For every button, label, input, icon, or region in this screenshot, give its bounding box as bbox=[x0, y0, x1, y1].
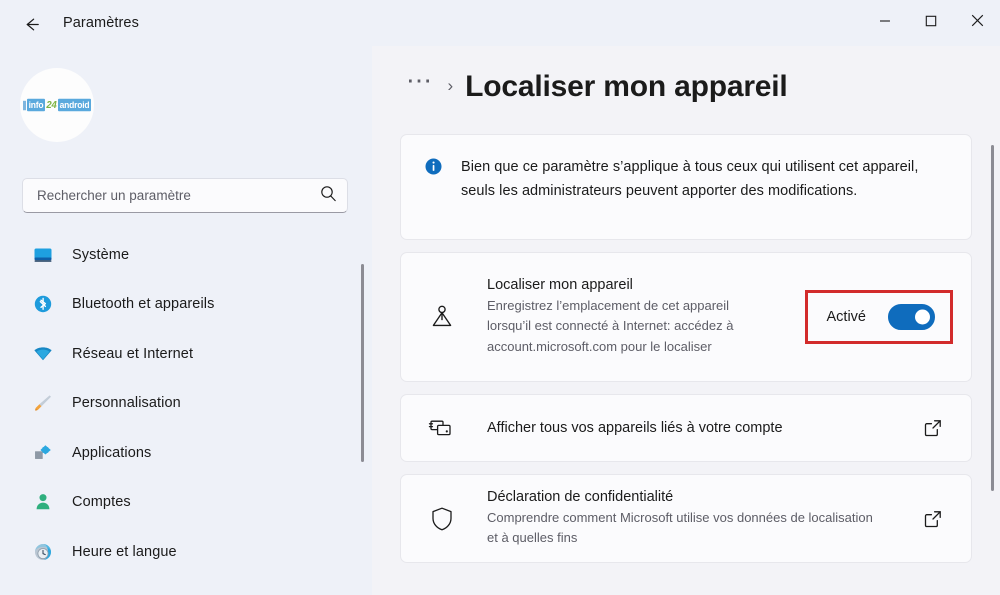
page-title: Localiser mon appareil bbox=[465, 70, 788, 103]
external-link-icon[interactable] bbox=[913, 509, 953, 529]
watermark-suffix: android bbox=[57, 98, 92, 112]
app-title: Paramètres bbox=[63, 15, 139, 31]
find-my-device-card: Localiser mon appareil Enregistrez l’emp… bbox=[400, 252, 972, 382]
find-my-device-title: Localiser mon appareil bbox=[487, 276, 633, 293]
info-circle-icon bbox=[423, 157, 443, 176]
search-icon[interactable] bbox=[320, 185, 337, 207]
privacy-statement-description: Comprendre comment Microsoft utilise vos… bbox=[487, 510, 873, 546]
person-icon bbox=[30, 490, 56, 514]
watermark-number: 24 bbox=[46, 99, 57, 111]
bluetooth-icon bbox=[30, 292, 56, 316]
sidebar-item-applications[interactable]: Applications bbox=[0, 428, 372, 478]
info-banner: Bien que ce paramètre s’applique à tous … bbox=[400, 134, 972, 240]
linked-devices-card[interactable]: Afficher tous vos appareils liés à votre… bbox=[400, 394, 972, 462]
sidebar-item-label: Comptes bbox=[72, 494, 131, 511]
find-my-device-toggle-group[interactable]: Activé bbox=[804, 290, 953, 344]
back-arrow-icon bbox=[22, 15, 41, 34]
avatar-image: info 24 android bbox=[20, 68, 94, 142]
shield-icon bbox=[419, 505, 465, 533]
sidebar-item-systeme[interactable]: Système bbox=[0, 230, 372, 280]
settings-card-list: Bien que ce paramètre s’applique à tous … bbox=[400, 134, 972, 575]
linked-devices-title: Afficher tous vos appareils liés à votre… bbox=[487, 420, 783, 436]
main-scrollbar[interactable] bbox=[990, 145, 996, 491]
title-bar: Paramètres bbox=[0, 0, 1000, 46]
window-controls bbox=[862, 0, 1000, 46]
external-link-icon[interactable] bbox=[913, 418, 953, 438]
privacy-statement-card[interactable]: Déclaration de confidentialité Comprendr… bbox=[400, 474, 972, 564]
maximize-button[interactable] bbox=[908, 0, 954, 46]
sidebar-item-label: Applications bbox=[72, 444, 152, 461]
main-content: ⋯ › Localiser mon appareil Bien que ce p… bbox=[372, 46, 1000, 595]
sidebar-item-label: Réseau et Internet bbox=[72, 345, 194, 362]
avatar[interactable]: info 24 android bbox=[20, 68, 94, 142]
watermark-logo: info 24 android bbox=[22, 98, 92, 112]
sidebar-item-label: Heure et langue bbox=[72, 543, 177, 560]
apps-icon bbox=[30, 441, 56, 465]
toggle-knob bbox=[915, 309, 930, 325]
find-my-device-description: Enregistrez l’emplacement de cet apparei… bbox=[487, 297, 734, 354]
main-scrollbar-thumb[interactable] bbox=[991, 145, 994, 491]
sidebar-nav: Système Bluetooth et appareils Réseau et… bbox=[0, 230, 372, 577]
devices-icon bbox=[419, 414, 465, 442]
monitor-icon bbox=[30, 243, 56, 267]
info-banner-text: Bien que ce paramètre s’applique à tous … bbox=[461, 159, 919, 200]
toggle-state-label: Activé bbox=[826, 309, 867, 325]
privacy-statement-text: Déclaration de confidentialité Comprendr… bbox=[465, 475, 913, 562]
sidebar-item-label: Personnalisation bbox=[72, 395, 181, 412]
minimize-icon bbox=[879, 14, 891, 32]
sidebar-item-bluetooth[interactable]: Bluetooth et appareils bbox=[0, 280, 372, 330]
settings-window: Paramètres info 24 android Rechercher un… bbox=[0, 0, 1000, 595]
sidebar-item-label: Bluetooth et appareils bbox=[72, 296, 215, 313]
search-box[interactable] bbox=[22, 178, 348, 213]
sidebar-item-label: Système bbox=[72, 246, 130, 263]
search-input[interactable] bbox=[37, 188, 320, 203]
linked-devices-text: Afficher tous vos appareils liés à votre… bbox=[465, 419, 913, 437]
close-icon bbox=[971, 14, 984, 32]
sidebar-scrollbar-thumb[interactable] bbox=[361, 264, 364, 462]
find-my-device-text: Localiser mon appareil Enregistrez l’emp… bbox=[465, 261, 805, 374]
breadcrumb-separator-icon: › bbox=[447, 76, 454, 95]
find-my-device-toggle[interactable] bbox=[888, 304, 935, 330]
sidebar-item-heure[interactable]: Heure et langue bbox=[0, 527, 372, 577]
sidebar-item-reseau[interactable]: Réseau et Internet bbox=[0, 329, 372, 379]
breadcrumb-overflow-button[interactable]: ⋯ bbox=[400, 67, 440, 93]
minimize-button[interactable] bbox=[862, 0, 908, 46]
sidebar-item-comptes[interactable]: Comptes bbox=[0, 478, 372, 528]
sidebar-item-personnalisation[interactable]: Personnalisation bbox=[0, 379, 372, 429]
breadcrumb: ⋯ › Localiser mon appareil bbox=[400, 67, 788, 104]
privacy-statement-title: Déclaration de confidentialité bbox=[487, 489, 674, 505]
close-button[interactable] bbox=[954, 0, 1000, 46]
maximize-icon bbox=[925, 14, 937, 32]
watermark-prefix: info bbox=[26, 98, 46, 112]
location-person-icon bbox=[419, 302, 465, 332]
back-button[interactable] bbox=[12, 8, 50, 40]
paintbrush-icon bbox=[30, 391, 56, 415]
sidebar-scrollbar[interactable] bbox=[360, 264, 365, 462]
wifi-icon bbox=[30, 342, 56, 366]
clock-globe-icon bbox=[30, 540, 56, 564]
sidebar: info 24 android Rechercher un paramètre … bbox=[0, 46, 372, 595]
